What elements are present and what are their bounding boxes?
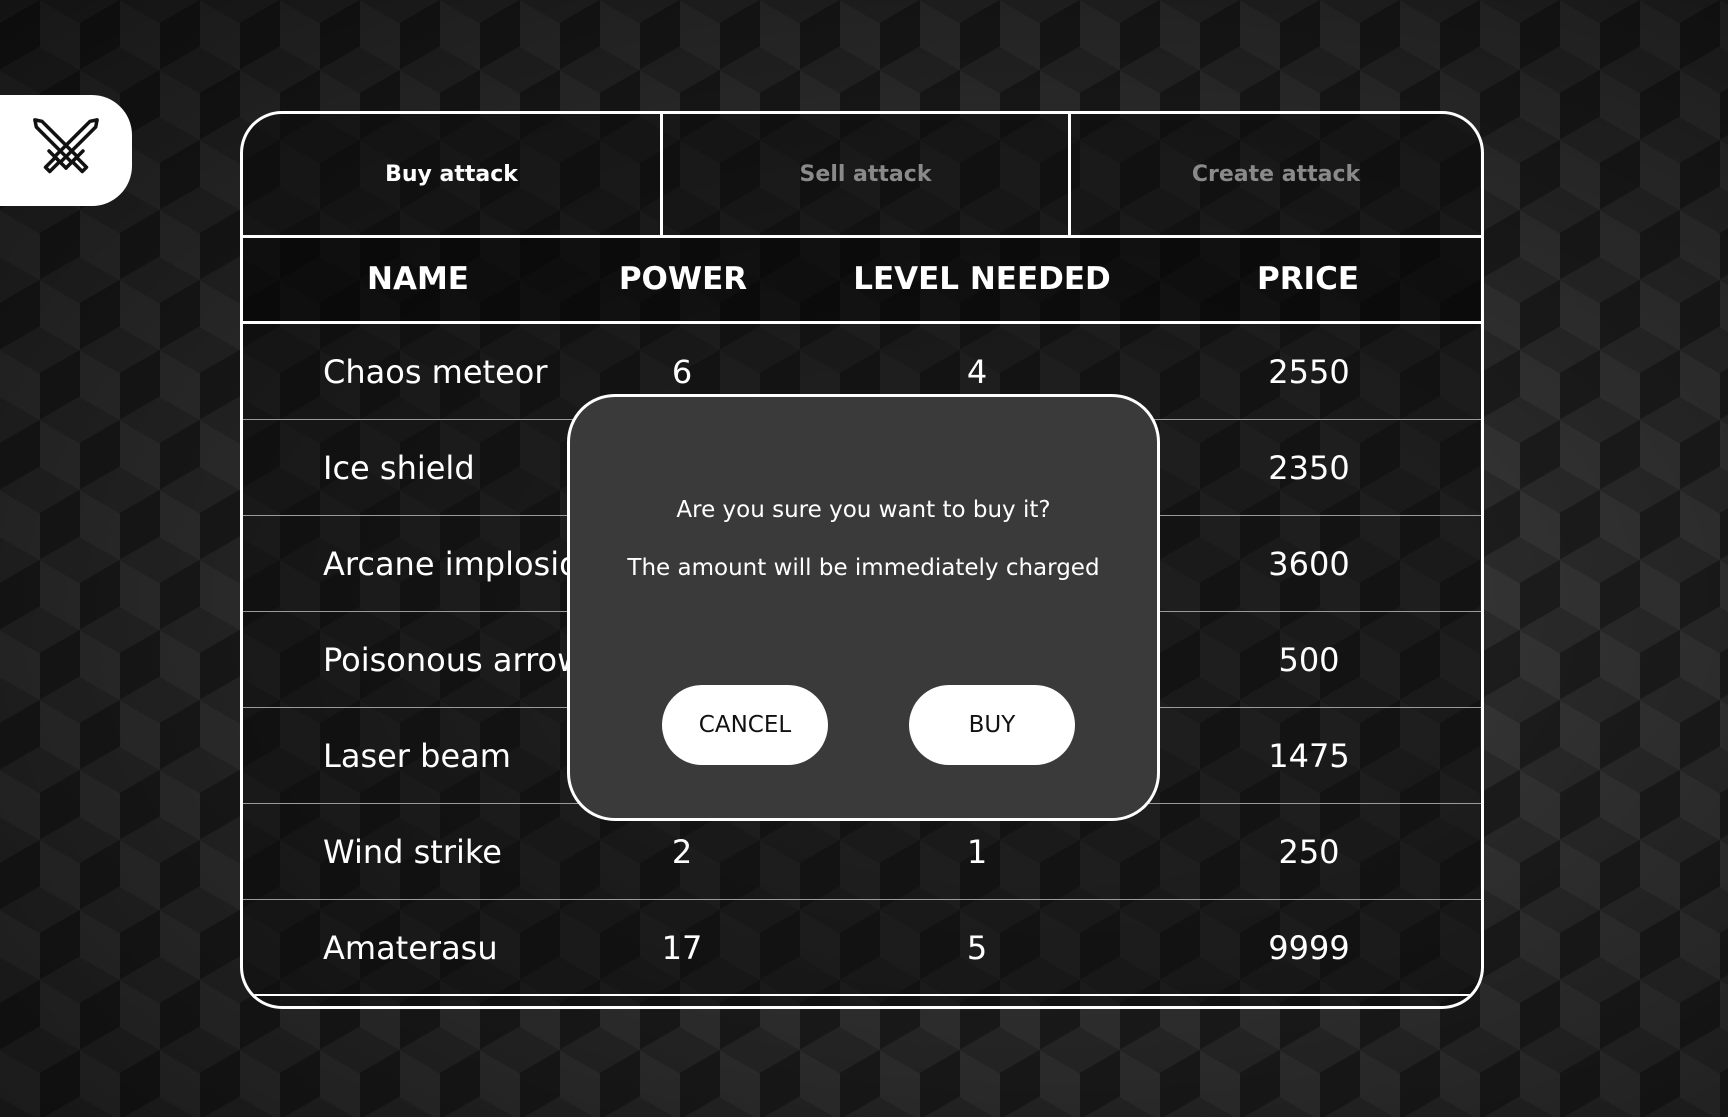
attack-power: 17 bbox=[661, 929, 703, 967]
attack-name: Ice shield bbox=[323, 449, 475, 487]
attack-price: 3600 bbox=[1268, 545, 1350, 583]
tab-sell-attack[interactable]: Sell attack bbox=[663, 114, 1071, 235]
dialog-note: The amount will be immediately charged bbox=[627, 555, 1100, 581]
buy-button[interactable]: BUY bbox=[909, 685, 1075, 765]
attack-price: 500 bbox=[1278, 641, 1340, 679]
header-power[interactable]: POWER bbox=[619, 238, 747, 321]
table-row[interactable]: Amaterasu 17 5 9999 bbox=[243, 900, 1481, 996]
attack-name: Poisonous arrow bbox=[323, 641, 584, 679]
shop-tabs: Buy attack Sell attack Create attack bbox=[243, 114, 1481, 238]
table-header: NAME POWER LEVEL NEEDED PRICE bbox=[243, 238, 1481, 324]
attack-price: 1475 bbox=[1268, 737, 1350, 775]
attack-name: Laser beam bbox=[323, 737, 511, 775]
attack-level: 5 bbox=[966, 929, 988, 967]
tab-buy-attack[interactable]: Buy attack bbox=[243, 114, 663, 235]
home-logo-button[interactable] bbox=[0, 95, 132, 206]
confirm-purchase-dialog: Are you sure you want to buy it? The amo… bbox=[567, 394, 1160, 821]
attack-name: Amaterasu bbox=[323, 929, 498, 967]
attack-name: Arcane implosion bbox=[323, 545, 599, 583]
attack-price: 2350 bbox=[1268, 449, 1350, 487]
attack-name: Wind strike bbox=[323, 833, 502, 871]
crossed-swords-icon bbox=[33, 117, 99, 173]
attack-price: 2550 bbox=[1268, 353, 1350, 391]
header-name[interactable]: NAME bbox=[367, 238, 469, 321]
tab-create-attack[interactable]: Create attack bbox=[1071, 114, 1481, 235]
attack-price: 250 bbox=[1278, 833, 1340, 871]
dialog-question: Are you sure you want to buy it? bbox=[676, 497, 1051, 523]
header-price[interactable]: PRICE bbox=[1257, 238, 1359, 321]
header-level-needed[interactable]: LEVEL NEEDED bbox=[853, 238, 1111, 321]
cancel-button[interactable]: CANCEL bbox=[662, 685, 828, 765]
attack-price: 9999 bbox=[1268, 929, 1350, 967]
attack-name: Chaos meteor bbox=[323, 353, 548, 391]
